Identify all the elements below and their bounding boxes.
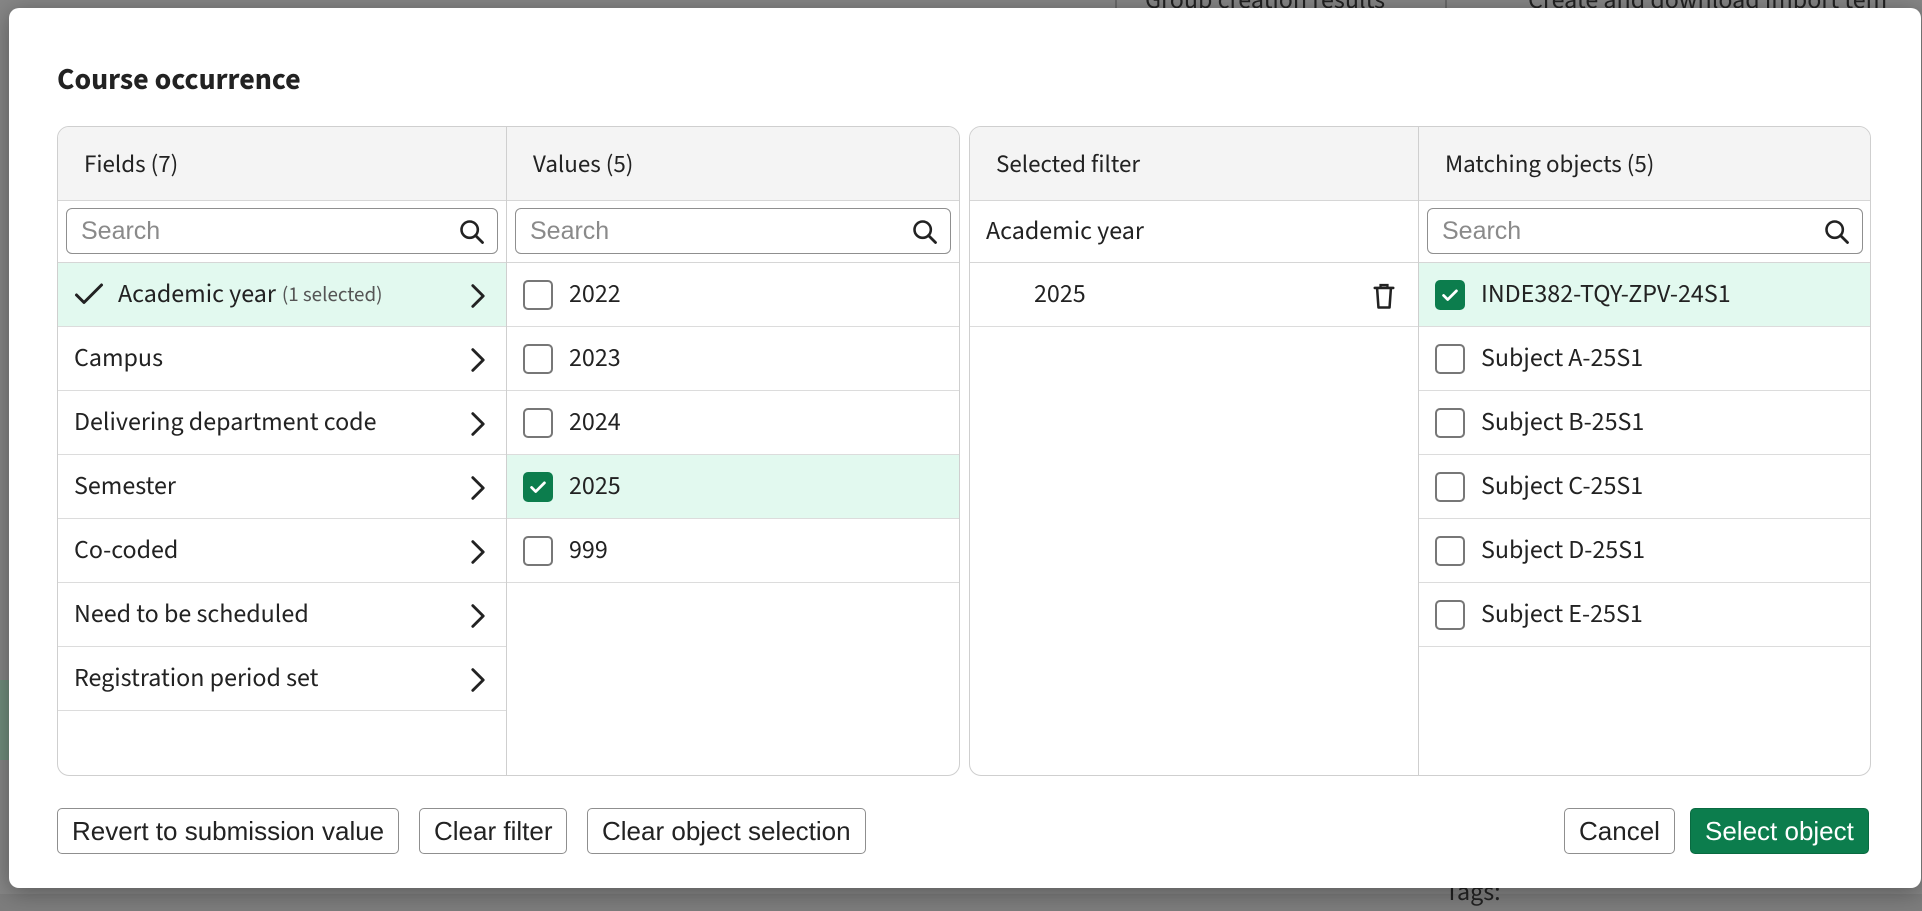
field-item-label: Delivering department code bbox=[74, 404, 377, 441]
value-item[interactable]: 2024 bbox=[507, 391, 959, 455]
matching-list: INDE382-TQY-ZPV-24S1 Subject A-25S1 Subjec… bbox=[1419, 263, 1870, 647]
chevron-right-icon bbox=[471, 348, 485, 372]
filter-builder-panel: Fields (7) Academic year(1 selected) Camp… bbox=[57, 126, 960, 776]
checkbox[interactable] bbox=[523, 407, 553, 438]
search-icon[interactable] bbox=[458, 218, 486, 246]
chevron-right-icon bbox=[471, 412, 485, 436]
values-list: 2022 2023 2024 2025 999 bbox=[507, 263, 959, 583]
field-item-count: (1 selected) bbox=[281, 279, 383, 310]
fields-search-wrap bbox=[58, 201, 506, 263]
revert-button[interactable]: Revert to submission value bbox=[57, 808, 400, 854]
clear-filter-button[interactable]: Clear filter bbox=[419, 808, 568, 854]
field-item[interactable]: Delivering department code bbox=[58, 391, 506, 455]
matching-header: Matching objects (5) bbox=[1419, 127, 1870, 201]
matching-search-wrap bbox=[1419, 201, 1870, 263]
course-occurrence-dialog: Course occurrence Fields (7) Academic ye… bbox=[9, 8, 1921, 888]
fields-header: Fields (7) bbox=[58, 127, 506, 201]
value-item[interactable]: 999 bbox=[507, 519, 959, 583]
selected-filter-value-row: 2025 bbox=[970, 263, 1418, 327]
field-item-label: Co-coded bbox=[74, 532, 179, 569]
checkbox[interactable] bbox=[523, 471, 553, 502]
fields-column: Fields (7) Academic year(1 selected) Camp… bbox=[58, 127, 506, 775]
field-item[interactable]: Academic year (1 selected) bbox=[58, 263, 506, 327]
matching-objects-column: Matching objects (5) INDE382-TQY-ZPV-24S… bbox=[1418, 127, 1870, 775]
value-item[interactable]: 2022 bbox=[507, 263, 959, 327]
value-item[interactable]: 2025 bbox=[507, 455, 959, 519]
value-item[interactable]: 2023 bbox=[507, 327, 959, 391]
checkbox[interactable] bbox=[523, 535, 553, 566]
cancel-button[interactable]: Cancel bbox=[1564, 808, 1675, 854]
checkbox[interactable] bbox=[1435, 599, 1465, 630]
chevron-right-icon bbox=[471, 284, 485, 308]
matching-object-item-label: INDE382-TQY-ZPV-24S1 bbox=[1481, 276, 1731, 313]
checkbox[interactable] bbox=[1435, 343, 1465, 374]
matching-object-item[interactable]: Subject B-25S1 bbox=[1419, 391, 1870, 455]
checkbox[interactable] bbox=[1435, 471, 1465, 502]
selected-filter-field: Academic year bbox=[970, 201, 1418, 263]
matching-object-item[interactable]: Subject A-25S1 bbox=[1419, 327, 1870, 391]
matching-object-item-label: Subject D-25S1 bbox=[1481, 532, 1646, 569]
matching-search-input[interactable] bbox=[1427, 208, 1863, 254]
field-item-label: Need to be scheduled bbox=[74, 596, 309, 633]
field-item[interactable]: Need to be scheduled bbox=[58, 583, 506, 647]
field-item[interactable]: Registration period set bbox=[58, 647, 506, 711]
matching-object-item[interactable]: INDE382-TQY-ZPV-24S1 bbox=[1419, 263, 1870, 327]
chevron-right-icon bbox=[471, 668, 485, 692]
select-object-button[interactable]: Select object bbox=[1690, 808, 1869, 854]
dialog-title: Course occurrence bbox=[57, 58, 301, 101]
matching-object-item-label: Subject A-25S1 bbox=[1481, 340, 1644, 377]
matching-object-item[interactable]: Subject D-25S1 bbox=[1419, 519, 1870, 583]
checkmark-icon bbox=[75, 283, 103, 304]
clear-object-selection-button[interactable]: Clear object selection bbox=[587, 808, 866, 854]
field-item-label: Campus bbox=[74, 340, 163, 377]
value-item-label: 2025 bbox=[569, 468, 621, 505]
matching-object-item-label: Subject B-25S1 bbox=[1481, 404, 1645, 441]
selected-filter-column: Selected filter Academic year 2025 bbox=[970, 127, 1418, 775]
field-item-label: Semester bbox=[74, 468, 176, 505]
search-icon[interactable] bbox=[911, 218, 939, 246]
matching-object-item-label: Subject C-25S1 bbox=[1481, 468, 1644, 505]
checkbox[interactable] bbox=[1435, 279, 1465, 310]
value-item-label: 2022 bbox=[569, 276, 621, 313]
checkbox[interactable] bbox=[1435, 535, 1465, 566]
value-item-label: 999 bbox=[569, 532, 608, 569]
field-item-label: Registration period set bbox=[74, 660, 319, 697]
field-item[interactable]: Co-coded bbox=[58, 519, 506, 583]
values-column: Values (5) 2022 2023 2024 2025 999 bbox=[506, 127, 959, 775]
value-item-label: 2023 bbox=[569, 340, 621, 377]
matching-object-item-label: Subject E-25S1 bbox=[1481, 596, 1643, 633]
search-icon[interactable] bbox=[1823, 218, 1851, 246]
matching-object-item[interactable]: Subject C-25S1 bbox=[1419, 455, 1870, 519]
results-panel: Selected filter Academic year 2025 Match… bbox=[969, 126, 1871, 776]
checkbox[interactable] bbox=[523, 279, 553, 310]
trash-icon[interactable] bbox=[1370, 281, 1398, 311]
field-item-label: Academic year bbox=[118, 276, 276, 313]
checkbox[interactable] bbox=[523, 343, 553, 374]
chevron-right-icon bbox=[471, 476, 485, 500]
fields-search-input[interactable] bbox=[66, 208, 498, 254]
checkbox[interactable] bbox=[1435, 407, 1465, 438]
field-item[interactable]: Semester bbox=[58, 455, 506, 519]
values-search-input[interactable] bbox=[515, 208, 951, 254]
values-header: Values (5) bbox=[507, 127, 959, 201]
chevron-right-icon bbox=[471, 540, 485, 564]
chevron-right-icon bbox=[471, 604, 485, 628]
selected-filter-header: Selected filter bbox=[970, 127, 1418, 201]
fields-list: Academic year (1 selected) Campus Deliverin… bbox=[58, 263, 506, 711]
matching-object-item[interactable]: Subject E-25S1 bbox=[1419, 583, 1870, 647]
field-item[interactable]: Campus bbox=[58, 327, 506, 391]
values-search-wrap bbox=[507, 201, 959, 263]
value-item-label: 2024 bbox=[569, 404, 621, 441]
selected-filter-value: 2025 bbox=[1034, 276, 1086, 313]
